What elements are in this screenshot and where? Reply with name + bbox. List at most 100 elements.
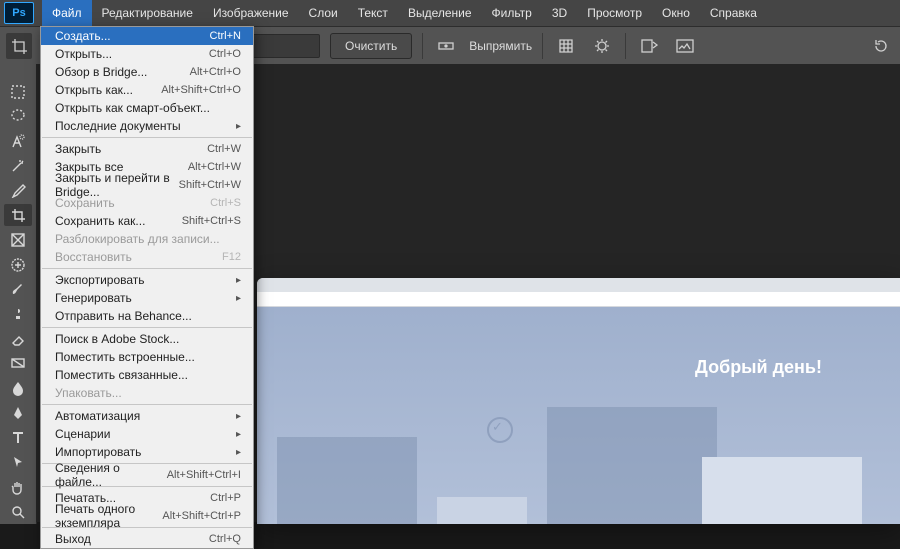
menubar: Ps ФайлРедактированиеИзображениеСлоиТекс… [0, 0, 900, 26]
menu-item[interactable]: Импортировать [41, 443, 253, 461]
menu-item[interactable]: Открыть...Ctrl+O [41, 45, 253, 63]
menu-item-label: Сведения о файле... [55, 461, 167, 489]
menu-item-label: Открыть... [55, 47, 112, 61]
menu-item[interactable]: Открыть как...Alt+Shift+Ctrl+O [41, 81, 253, 99]
eraser-tool-icon[interactable] [4, 327, 32, 350]
menu-separator [42, 268, 252, 269]
menu-item-label: Сохранить [55, 196, 115, 210]
menu-3d[interactable]: 3D [542, 0, 577, 26]
menu-item-label: Отправить на Behance... [55, 309, 192, 323]
tools-panel [0, 64, 37, 524]
menu-item[interactable]: Открыть как смарт-объект... [41, 99, 253, 117]
quick-select-tool-icon[interactable] [4, 130, 32, 153]
menu-item-label: Восстановить [55, 250, 132, 264]
menu-item[interactable]: Печать одного экземпляраAlt+Shift+Ctrl+P [41, 507, 253, 525]
menu-item[interactable]: Закрыть и перейти в Bridge...Shift+Ctrl+… [41, 176, 253, 194]
menu-item-shortcut: Shift+Ctrl+S [182, 215, 241, 227]
menu-item[interactable]: Поиск в Adobe Stock... [41, 330, 253, 348]
menu-item[interactable]: Поместить связанные... [41, 366, 253, 384]
menu-item-label: Поместить связанные... [55, 368, 188, 382]
menu-item-shortcut: Ctrl+Q [209, 533, 241, 545]
menu-item[interactable]: ВыходCtrl+Q [41, 530, 253, 548]
menu-edit[interactable]: Редактирование [92, 0, 203, 26]
straighten-label: Выпрямить [469, 39, 532, 53]
menu-item-shortcut: Alt+Ctrl+W [188, 161, 241, 173]
menu-item-shortcut: Shift+Ctrl+W [179, 179, 241, 191]
menu-separator [42, 137, 252, 138]
reset-icon[interactable] [868, 33, 894, 59]
stamp-tool-icon[interactable] [4, 303, 32, 326]
frame-tool-icon[interactable] [4, 228, 32, 251]
menu-type[interactable]: Текст [348, 0, 398, 26]
menu-item-label: Открыть как смарт-объект... [55, 101, 210, 115]
menu-item-label: Открыть как... [55, 83, 133, 97]
magic-wand-tool-icon[interactable] [4, 154, 32, 177]
menu-item-label: Генерировать [55, 291, 132, 305]
menu-item: ВосстановитьF12 [41, 248, 253, 266]
menu-item[interactable]: Экспортировать [41, 271, 253, 289]
menu-select[interactable]: Выделение [398, 0, 482, 26]
clear-button[interactable]: Очистить [330, 33, 412, 59]
menu-item[interactable]: Генерировать [41, 289, 253, 307]
menu-layer[interactable]: Слои [299, 0, 348, 26]
menu-help[interactable]: Справка [700, 0, 767, 26]
menu-window[interactable]: Окно [652, 0, 700, 26]
menu-image[interactable]: Изображение [203, 0, 299, 26]
gradient-tool-icon[interactable] [4, 352, 32, 375]
content-aware-icon[interactable] [672, 33, 698, 59]
menu-item-shortcut: Ctrl+P [210, 492, 241, 504]
greeting-text: Добрый день! [695, 357, 822, 378]
crop-icon[interactable] [6, 33, 32, 59]
type-tool-icon[interactable] [4, 426, 32, 449]
crop-settings-icon[interactable] [589, 33, 615, 59]
menu-filter[interactable]: Фильтр [482, 0, 542, 26]
browser-illustration: Добрый день! [257, 307, 900, 524]
menu-item: Разблокировать для записи... [41, 230, 253, 248]
menu-item[interactable]: Отправить на Behance... [41, 307, 253, 325]
browser-preview-window: Добрый день! [257, 278, 900, 524]
menu-item[interactable]: Автоматизация [41, 407, 253, 425]
menu-item[interactable]: Сведения о файле...Alt+Shift+Ctrl+I [41, 466, 253, 484]
separator [625, 33, 626, 59]
menu-item-shortcut: Alt+Shift+Ctrl+I [167, 469, 241, 481]
menu-item[interactable]: Последние документы [41, 117, 253, 135]
brush-tool-icon[interactable] [4, 278, 32, 301]
menu-item: Упаковать... [41, 384, 253, 402]
menu-view[interactable]: Просмотр [577, 0, 652, 26]
pen-tool-icon[interactable] [4, 401, 32, 424]
browser-tabstrip [257, 278, 900, 292]
overlay-grid-icon[interactable] [553, 33, 579, 59]
menu-item-label: Разблокировать для записи... [55, 232, 220, 246]
menu-item-label: Импортировать [55, 445, 141, 459]
delete-pixels-icon[interactable] [636, 33, 662, 59]
hand-tool-icon[interactable] [4, 476, 32, 499]
menu-item-label: Упаковать... [55, 386, 122, 400]
menu-item[interactable]: Сценарии [41, 425, 253, 443]
marquee-tool-icon[interactable] [4, 80, 32, 103]
menu-item-label: Печать одного экземпляра [55, 502, 162, 530]
menu-file[interactable]: Файл [42, 0, 92, 26]
file-menu-dropdown: Создать...Ctrl+NОткрыть...Ctrl+OОбзор в … [40, 26, 254, 549]
lasso-tool-icon[interactable] [4, 105, 32, 128]
blur-tool-icon[interactable] [4, 377, 32, 400]
menu-item[interactable]: ЗакрытьCtrl+W [41, 140, 253, 158]
app-logo: Ps [4, 2, 34, 24]
crop-tool-icon[interactable] [4, 204, 32, 227]
menu-item-label: Экспортировать [55, 273, 145, 287]
menu-item[interactable]: Обзор в Bridge...Alt+Ctrl+O [41, 63, 253, 81]
menu-item[interactable]: Поместить встроенные... [41, 348, 253, 366]
zoom-tool-icon[interactable] [4, 500, 32, 523]
menu-item[interactable]: Создать...Ctrl+N [41, 27, 253, 45]
menu-item-shortcut: Ctrl+N [210, 30, 241, 42]
straighten-icon[interactable] [433, 33, 459, 59]
menu-item[interactable]: Сохранить как... Shift+Ctrl+S [41, 212, 253, 230]
menu-item-label: Сохранить как... [55, 214, 145, 228]
eyedropper-tool-icon[interactable] [4, 179, 32, 202]
menu-item-shortcut: Ctrl+W [207, 143, 241, 155]
spot-heal-tool-icon[interactable] [4, 253, 32, 276]
crop-height-field[interactable] [246, 34, 320, 58]
separator [542, 33, 543, 59]
menu-separator [42, 327, 252, 328]
menu-item-label: Поместить встроенные... [55, 350, 195, 364]
path-select-tool-icon[interactable] [4, 451, 32, 474]
